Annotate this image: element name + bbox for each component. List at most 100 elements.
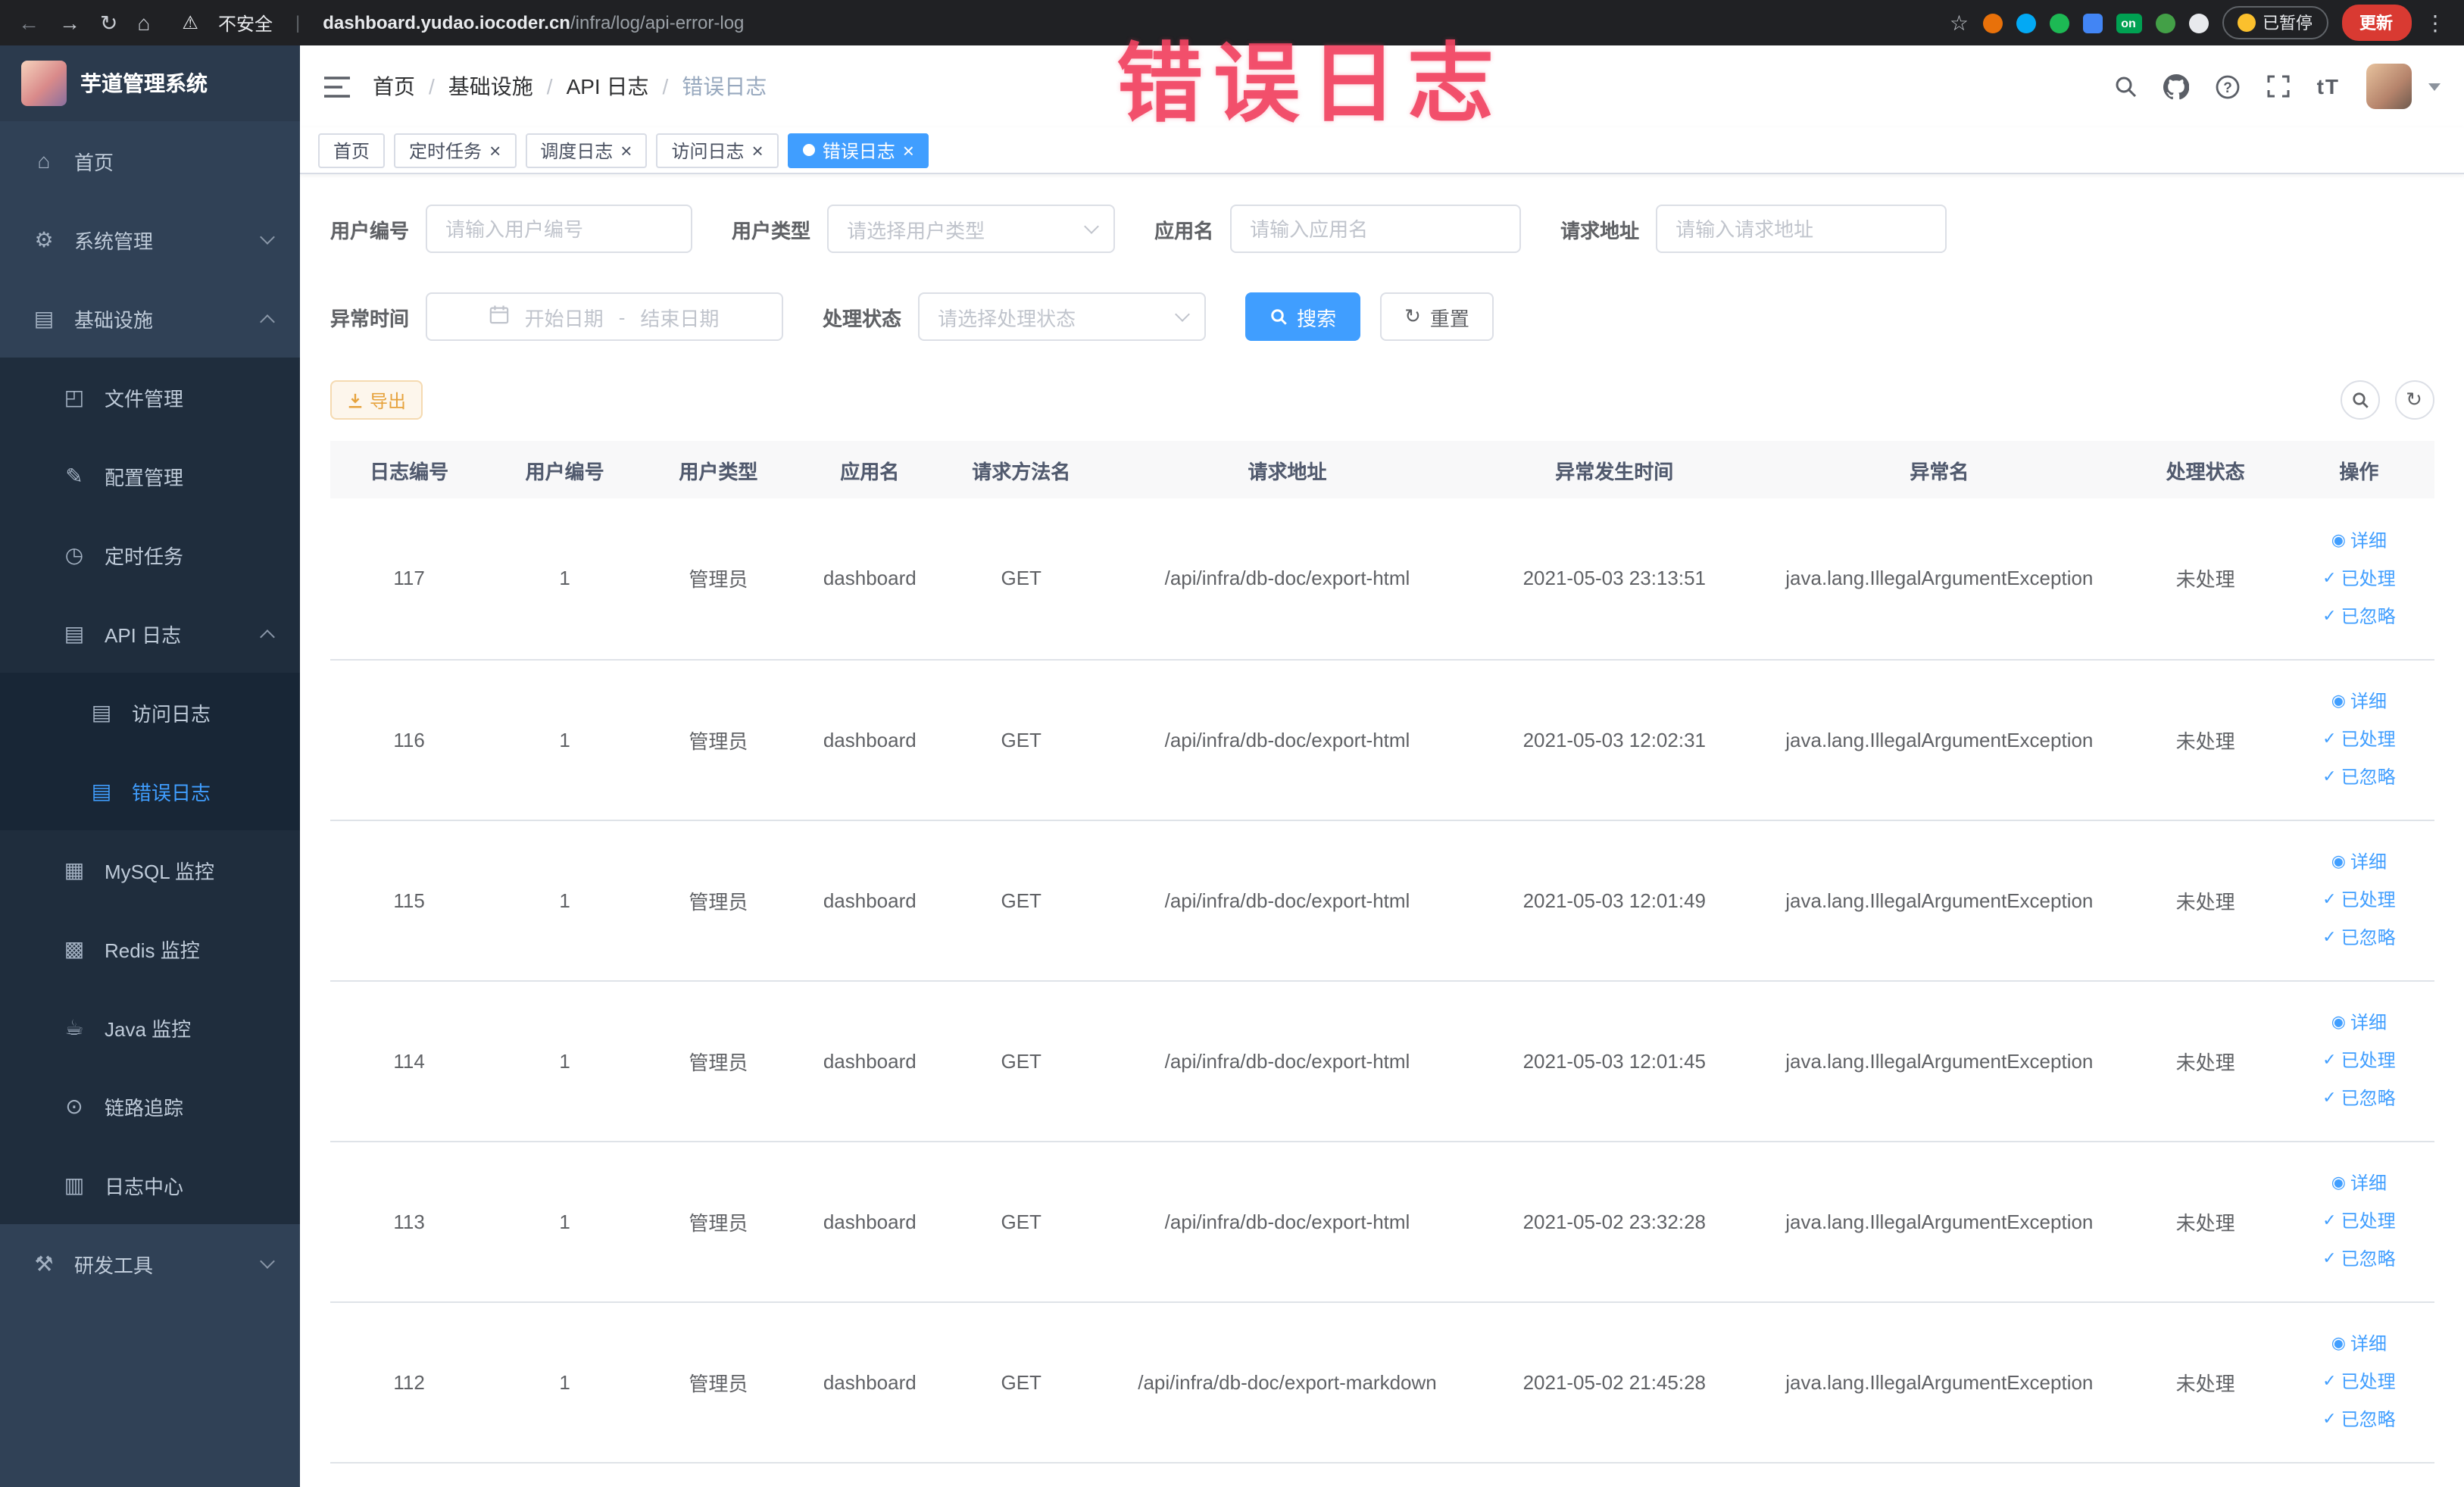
app-name-cell: dashboard bbox=[823, 889, 917, 911]
log-id-cell: 112 bbox=[393, 1370, 425, 1393]
eye-icon: ◉ bbox=[2331, 692, 2346, 711]
avatar[interactable] bbox=[2366, 64, 2411, 109]
sidebar-item-home[interactable]: ⌂ 首页 bbox=[0, 121, 300, 200]
detail-link[interactable]: ◉ 详细 bbox=[2331, 523, 2387, 559]
sidebar-item-access-log[interactable]: ▤ 访问日志 bbox=[0, 673, 300, 751]
avatar-dropdown-caret[interactable] bbox=[2428, 83, 2440, 90]
mark-ignored-link[interactable]: ✓ 已忽略 bbox=[2322, 1401, 2395, 1438]
sidebar-item-redis-monitor[interactable]: ▩ Redis 监控 bbox=[0, 909, 300, 988]
user-id-input[interactable] bbox=[426, 205, 693, 253]
reset-button[interactable]: ↻ 重置 bbox=[1380, 292, 1494, 341]
exception-name-cell: java.lang.IllegalArgumentException bbox=[1785, 567, 2094, 590]
mark-processed-link[interactable]: ✓ 已处理 bbox=[2322, 561, 2395, 597]
mark-processed-link[interactable]: ✓ 已处理 bbox=[2322, 721, 2395, 758]
export-button[interactable]: 导出 bbox=[330, 380, 423, 420]
sidebar-item-file-management[interactable]: ◰ 文件管理 bbox=[0, 358, 300, 436]
request-url-input[interactable] bbox=[1656, 205, 1947, 253]
search-icon[interactable] bbox=[2114, 74, 2138, 98]
sidebar-item-api-log[interactable]: ▤ API 日志 bbox=[0, 594, 300, 673]
tab-home[interactable]: 首页 bbox=[318, 133, 386, 167]
column-header: 请求方法名 bbox=[944, 441, 1098, 498]
extension-icon[interactable] bbox=[1982, 13, 2002, 33]
sidebar-item-infrastructure[interactable]: ▤ 基础设施 bbox=[0, 279, 300, 358]
browser-home-icon[interactable]: ⌂ bbox=[137, 11, 150, 35]
tab-scheduled-jobs[interactable]: 定时任务 × bbox=[394, 133, 517, 167]
document-icon: ▤ bbox=[91, 699, 112, 723]
detail-link[interactable]: ◉ 详细 bbox=[2331, 1165, 2387, 1201]
chevron-down-icon bbox=[1084, 218, 1099, 233]
sidebar-item-system[interactable]: ⚙ 系统管理 bbox=[0, 200, 300, 279]
paused-extension-badge[interactable]: 已暂停 bbox=[2222, 6, 2328, 39]
github-icon[interactable] bbox=[2163, 73, 2190, 99]
user-type-select[interactable]: 请选择用户类型 bbox=[827, 205, 1116, 253]
sidebar-item-mysql-monitor[interactable]: ▦ MySQL 监控 bbox=[0, 830, 300, 909]
eye-icon: ◉ bbox=[2331, 531, 2346, 550]
close-icon[interactable]: × bbox=[620, 140, 632, 160]
column-header: 应用名 bbox=[795, 441, 945, 498]
close-icon[interactable]: × bbox=[752, 140, 764, 160]
sidebar-item-config-management[interactable]: ✎ 配置管理 bbox=[0, 436, 300, 515]
search-button[interactable]: 搜索 bbox=[1245, 292, 1361, 341]
detail-link[interactable]: ◉ 详细 bbox=[2331, 1004, 2387, 1041]
app-logo: 芋道管理系统 bbox=[0, 45, 300, 121]
chevron-down-icon bbox=[260, 1253, 275, 1268]
breadcrumb-api-log[interactable]: API 日志 bbox=[567, 71, 649, 102]
sidebar-item-java-monitor[interactable]: ☕ Java 监控 bbox=[0, 988, 300, 1067]
mark-processed-link[interactable]: ✓ 已处理 bbox=[2322, 882, 2395, 918]
user-id-cell: 1 bbox=[559, 567, 570, 590]
extension-on-badge[interactable]: on bbox=[2116, 13, 2141, 33]
hide-search-button[interactable] bbox=[2340, 380, 2379, 420]
security-label[interactable]: 不安全 bbox=[218, 10, 273, 36]
mark-processed-link[interactable]: ✓ 已处理 bbox=[2322, 1203, 2395, 1239]
sidebar-item-scheduled-jobs[interactable]: ◷ 定时任务 bbox=[0, 515, 300, 594]
breadcrumb-infrastructure[interactable]: 基础设施 bbox=[448, 71, 533, 102]
mark-processed-link[interactable]: ✓ 已处理 bbox=[2322, 1042, 2395, 1079]
extension-icon[interactable] bbox=[2155, 13, 2175, 33]
browser-menu-icon[interactable]: ⋮ bbox=[2425, 10, 2446, 36]
tab-schedule-log[interactable]: 调度日志 × bbox=[525, 133, 648, 167]
extension-icon[interactable] bbox=[2016, 13, 2035, 33]
eye-icon: ◉ bbox=[2331, 1335, 2346, 1353]
help-icon[interactable]: ? bbox=[2216, 73, 2241, 99]
bookmark-star-icon[interactable]: ☆ bbox=[1950, 10, 1969, 36]
mark-ignored-link[interactable]: ✓ 已忽略 bbox=[2322, 759, 2395, 795]
fullscreen-icon[interactable] bbox=[2267, 74, 2291, 98]
process-status-select[interactable]: 请选择处理状态 bbox=[918, 292, 1207, 341]
close-icon[interactable]: × bbox=[489, 140, 501, 160]
mark-ignored-link[interactable]: ✓ 已忽略 bbox=[2322, 1080, 2395, 1117]
sidebar-item-trace[interactable]: ⊙ 链路追踪 bbox=[0, 1067, 300, 1145]
request-url-cell: /api/infra/db-doc/export-html bbox=[1164, 1210, 1410, 1232]
address-bar[interactable]: dashboard.yudao.iocoder.cn/infra/log/api… bbox=[323, 12, 744, 33]
breadcrumb-home[interactable]: 首页 bbox=[373, 71, 415, 102]
forward-icon[interactable]: → bbox=[59, 11, 80, 35]
extension-icon[interactable] bbox=[2082, 13, 2102, 33]
detail-link[interactable]: ◉ 详细 bbox=[2331, 683, 2387, 720]
reload-icon[interactable]: ↻ bbox=[100, 10, 117, 36]
app-name-input[interactable] bbox=[1230, 205, 1522, 253]
mark-ignored-link[interactable]: ✓ 已忽略 bbox=[2322, 598, 2395, 635]
tab-error-log[interactable]: 错误日志 × bbox=[787, 133, 929, 167]
eye-icon: ⊙ bbox=[65, 1093, 83, 1117]
detail-link[interactable]: ◉ 详细 bbox=[2331, 1326, 2387, 1362]
mark-ignored-link[interactable]: ✓ 已忽略 bbox=[2322, 1241, 2395, 1277]
font-size-icon[interactable]: tT bbox=[2317, 74, 2340, 98]
app-name-cell: dashboard bbox=[823, 567, 917, 590]
update-button[interactable]: 更新 bbox=[2341, 5, 2411, 41]
mark-ignored-link[interactable]: ✓ 已忽略 bbox=[2322, 920, 2395, 956]
home-icon: ⌂ bbox=[37, 148, 51, 173]
sidebar-item-log-center[interactable]: ▥ 日志中心 bbox=[0, 1145, 300, 1224]
close-icon[interactable]: × bbox=[903, 140, 914, 160]
refresh-table-button[interactable]: ↻ bbox=[2394, 380, 2434, 420]
detail-link[interactable]: ◉ 详细 bbox=[2331, 844, 2387, 880]
sidebar-item-dev-tools[interactable]: ⚒ 研发工具 bbox=[0, 1224, 300, 1303]
extension-icon[interactable] bbox=[2049, 13, 2069, 33]
back-icon[interactable]: ← bbox=[18, 11, 39, 35]
app-name-cell: dashboard bbox=[823, 1370, 917, 1393]
sidebar-item-error-log[interactable]: ▤ 错误日志 bbox=[0, 751, 300, 830]
extension-paw-icon[interactable] bbox=[2188, 13, 2208, 33]
exception-time-label: 异常时间 bbox=[330, 307, 410, 330]
date-range-picker[interactable]: 开始日期 - 结束日期 bbox=[426, 292, 784, 341]
sidebar-toggle[interactable] bbox=[324, 75, 350, 98]
mark-processed-link[interactable]: ✓ 已处理 bbox=[2322, 1364, 2395, 1400]
tab-access-log[interactable]: 访问日志 × bbox=[656, 133, 779, 167]
